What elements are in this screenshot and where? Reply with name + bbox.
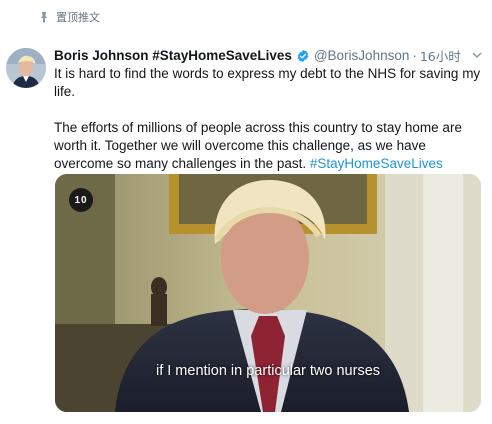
- channel-badge: 10: [69, 188, 93, 212]
- video-caption: if I mention in particular two nurses: [155, 363, 381, 379]
- author-name[interactable]: Boris Johnson #StayHomeSaveLives: [54, 48, 292, 63]
- pin-icon: [40, 12, 48, 23]
- chevron-down-icon[interactable]: [470, 48, 484, 62]
- avatar[interactable]: [6, 48, 46, 88]
- tweet-timestamp[interactable]: 16小时: [420, 46, 461, 65]
- pinned-label: 置顶推文: [56, 11, 100, 24]
- verified-icon: [297, 49, 309, 62]
- tweet-text: It is hard to find the words to express …: [54, 65, 484, 173]
- video-player[interactable]: 10 if I mention in particular two nurses: [55, 174, 481, 412]
- tweet-header: Boris Johnson #StayHomeSaveLives @BorisJ…: [54, 46, 461, 65]
- pinned-indicator: 置顶推文: [38, 9, 100, 25]
- tweet-paragraph-1: It is hard to find the words to express …: [54, 66, 481, 99]
- hashtag-link[interactable]: #StayHomeSaveLives: [310, 156, 443, 171]
- separator: ·: [412, 48, 417, 63]
- tweet-paragraph-2: The efforts of millions of people across…: [54, 119, 484, 173]
- author-handle[interactable]: @BorisJohnson: [314, 48, 410, 63]
